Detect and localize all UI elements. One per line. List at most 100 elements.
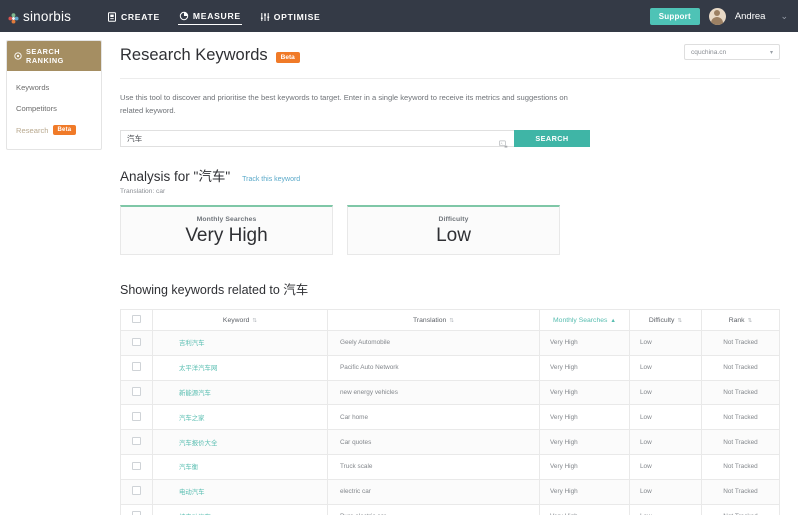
- select-all-checkbox[interactable]: [132, 314, 141, 324]
- column-header-keyword[interactable]: Keyword ⇅: [152, 309, 328, 332]
- sidebar-label-research: Research: [16, 125, 49, 135]
- row-checkbox[interactable]: [132, 362, 141, 371]
- row-checkbox[interactable]: [132, 387, 141, 396]
- column-header-monthly-searches[interactable]: Monthly Searches ▲: [539, 309, 630, 332]
- chevron-down-icon[interactable]: ⌄: [780, 11, 788, 22]
- main-nav: CREATE MEASURE OPTIMISE: [106, 7, 321, 25]
- metric-value: Very High: [185, 225, 268, 247]
- metric-label: Monthly Searches: [196, 216, 257, 224]
- avatar[interactable]: [708, 7, 726, 25]
- table-row: 汽车报价大全 Car quotes Very High Low Not Trac…: [120, 429, 780, 456]
- analysis-translation: Translation: car: [120, 188, 166, 196]
- topbar-right-cluster: Support Andrea ⌄: [649, 7, 788, 25]
- analysis-title: Analysis for "汽车": [120, 169, 231, 185]
- row-select-cell: [120, 404, 153, 431]
- row-select-cell: [120, 478, 153, 505]
- keyboard-input-icon[interactable]: A: [499, 135, 508, 148]
- cell-keyword[interactable]: 吉利汽车: [152, 330, 328, 356]
- column-label-translation: Translation: [412, 316, 447, 324]
- row-select-cell: [120, 379, 153, 406]
- row-select-cell: [120, 330, 153, 356]
- sliders-icon: [260, 12, 270, 22]
- cell-keyword[interactable]: 电动汽车: [152, 478, 328, 505]
- row-checkbox[interactable]: [132, 412, 141, 421]
- cell-difficulty: Low: [629, 478, 702, 505]
- cell-keyword[interactable]: 纯电动汽车: [152, 503, 328, 515]
- nav-item-measure[interactable]: MEASURE: [177, 7, 242, 25]
- cell-keyword[interactable]: 新能源汽车: [152, 379, 328, 406]
- row-checkbox[interactable]: [132, 436, 141, 446]
- table-row: 电动汽车 electric car Very High Low Not Trac…: [120, 478, 780, 505]
- brand-logo[interactable]: sinorbis: [8, 9, 92, 24]
- cell-keyword[interactable]: 汽车报价大全: [152, 429, 328, 456]
- cell-translation: Pacific Auto Network: [327, 354, 540, 381]
- column-header-difficulty[interactable]: Difficulty ⇅: [629, 309, 702, 332]
- table-row: 太平洋汽车网 Pacific Auto Network Very High Lo…: [120, 354, 780, 381]
- nav-item-optimise[interactable]: OPTIMISE: [259, 8, 322, 25]
- table-row: 吉利汽车 Geely Automobile Very High Low Not …: [120, 330, 780, 356]
- table-row: 汽车衡 Truck scale Very High Low Not Tracke…: [120, 454, 780, 480]
- cell-rank: Not Tracked: [701, 478, 780, 505]
- search-button[interactable]: SEARCH: [514, 130, 590, 148]
- cell-translation: new energy vehicles: [327, 379, 540, 406]
- sidebar-label-keywords: Keywords: [16, 83, 50, 92]
- sidebar-item-keywords[interactable]: Keywords: [7, 77, 101, 98]
- sidebar-panel-header: SEARCH RANKING: [7, 41, 101, 71]
- row-select-cell: [120, 354, 153, 381]
- sidebar: SEARCH RANKING Keywords Competitors Rese…: [0, 32, 108, 515]
- column-label-keyword: Keyword: [222, 316, 250, 324]
- select-all-header: [120, 309, 153, 332]
- brand-name: sinorbis: [23, 8, 72, 24]
- cell-translation: Truck scale: [327, 454, 540, 480]
- cell-difficulty: Low: [629, 503, 702, 515]
- keyword-search-row: A SEARCH: [120, 130, 590, 148]
- cell-difficulty: Low: [629, 379, 702, 406]
- tool-description: Use this tool to discover and prioritise…: [120, 93, 568, 115]
- site-select-dropdown[interactable]: cquchina.cn ▾: [684, 44, 780, 60]
- cell-monthly-searches: Very High: [539, 354, 630, 381]
- cell-keyword[interactable]: 汽车衡: [152, 454, 328, 480]
- sidebar-item-research[interactable]: Research Beta: [7, 119, 101, 141]
- column-label-monthly-searches: Monthly Searches: [553, 316, 608, 324]
- table-row: 新能源汽车 new energy vehicles Very High Low …: [120, 379, 780, 406]
- sidebar-beta-badge: Beta: [52, 125, 77, 135]
- row-checkbox[interactable]: [132, 511, 141, 515]
- cell-rank: Not Tracked: [701, 379, 780, 406]
- keyword-search-input[interactable]: [127, 134, 499, 144]
- page-body: SEARCH RANKING Keywords Competitors Rese…: [0, 32, 798, 515]
- column-header-rank[interactable]: Rank ⇅: [701, 309, 780, 332]
- flower-logo-icon: [8, 11, 19, 24]
- sort-icon: ⇅: [252, 317, 258, 324]
- cell-monthly-searches: Very High: [539, 404, 630, 431]
- svg-text:A: A: [500, 141, 502, 145]
- cell-translation: Pure electric car: [327, 503, 540, 515]
- sidebar-items: Keywords Competitors Research Beta: [7, 71, 101, 149]
- sort-icon-active: ▲: [610, 317, 616, 324]
- sidebar-item-competitors[interactable]: Competitors: [7, 98, 101, 119]
- support-button[interactable]: Support: [649, 7, 700, 25]
- cell-rank: Not Tracked: [701, 503, 780, 515]
- cell-translation: Car home: [327, 404, 540, 431]
- row-checkbox[interactable]: [132, 461, 141, 471]
- column-header-translation[interactable]: Translation ⇅: [327, 309, 540, 332]
- row-checkbox[interactable]: [132, 337, 141, 347]
- track-keyword-link[interactable]: Track this keyword: [242, 176, 300, 183]
- title-divider: [120, 78, 780, 79]
- cell-monthly-searches: Very High: [539, 503, 630, 515]
- cell-monthly-searches: Very High: [539, 379, 630, 406]
- cell-keyword[interactable]: 汽车之家: [152, 404, 328, 431]
- cell-keyword[interactable]: 太平洋汽车网: [152, 354, 328, 381]
- metric-cards: Monthly Searches Very High Difficulty Lo…: [120, 205, 780, 256]
- cell-difficulty: Low: [629, 404, 702, 431]
- search-field-wrap: A: [120, 130, 514, 148]
- row-select-cell: [120, 503, 153, 515]
- cell-monthly-searches: Very High: [539, 478, 630, 505]
- nav-item-create[interactable]: CREATE: [106, 8, 161, 25]
- sidebar-panel-title: SEARCH RANKING: [26, 47, 64, 65]
- cell-rank: Not Tracked: [701, 404, 780, 431]
- row-checkbox[interactable]: [132, 486, 141, 495]
- cell-rank: Not Tracked: [701, 454, 780, 480]
- page-title-beta-badge: Beta: [275, 52, 300, 63]
- table-row: 纯电动汽车 Pure electric car Very High Low No…: [120, 503, 780, 515]
- cell-monthly-searches: Very High: [539, 330, 630, 356]
